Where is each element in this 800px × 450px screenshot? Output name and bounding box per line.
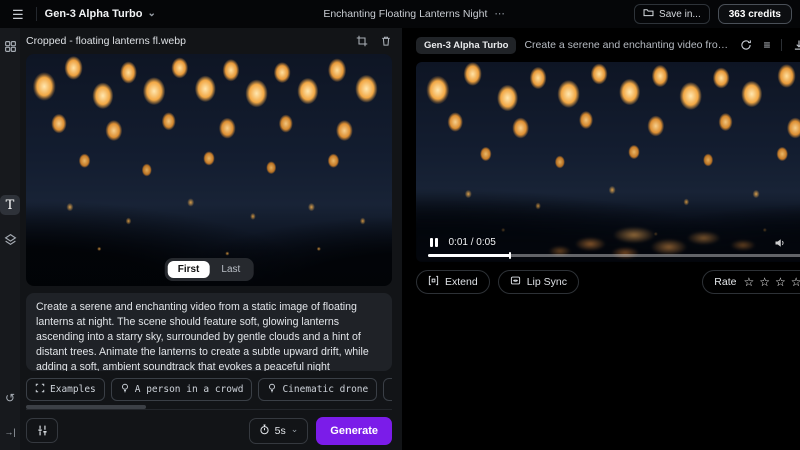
video-player[interactable]: 0:01 / 0:05 ⋮ — [416, 62, 800, 262]
session-title: Enchanting Floating Lanterns Night — [323, 8, 487, 20]
model-tag[interactable]: Gen-3 Alpha Turbo — [416, 37, 516, 54]
trash-icon[interactable] — [380, 35, 392, 47]
title-more-icon[interactable]: ⋯ — [494, 8, 506, 20]
duration-selector[interactable]: 5s ⌄ — [249, 418, 309, 444]
divider — [36, 7, 37, 21]
extend-icon — [428, 275, 439, 289]
generate-button[interactable]: Generate — [316, 417, 392, 445]
generation-actions: Extend Lip Sync Rate ☆ ☆ ☆ ☆ ☆ — [402, 262, 800, 296]
star-icon[interactable]: ☆ — [791, 276, 800, 288]
examples-chip[interactable]: Examples — [26, 378, 105, 401]
generation-header: Gen-3 Alpha Turbo Create a serene and en… — [402, 32, 800, 58]
examples-icon — [35, 383, 45, 396]
app-root: ☰ Gen-3 Alpha Turbo ⌄ Enchanting Floatin… — [0, 0, 800, 450]
input-panel: Cropped - floating lanterns fl.webp Firs… — [20, 28, 402, 450]
lightbulb-icon — [267, 383, 277, 396]
prompt-preview: Create a serene and enchanting video fro… — [524, 39, 732, 51]
keyframe-toggle: First Last — [165, 258, 254, 281]
extend-button[interactable]: Extend — [416, 270, 490, 294]
chevron-down-icon: ⌄ — [291, 424, 299, 435]
suggestion-chip[interactable]: A person in a crowd — [111, 378, 253, 401]
lip-sync-icon — [510, 275, 521, 289]
keyframe-last-button[interactable]: Last — [211, 261, 250, 278]
suggestion-chip[interactable]: Cinematic drone — [258, 378, 377, 401]
crop-icon[interactable] — [356, 35, 368, 47]
progress-bar[interactable] — [428, 254, 800, 257]
progress-played — [428, 254, 510, 257]
reuse-settings-icon[interactable] — [740, 39, 752, 51]
output-panel: Gen-3 Alpha Turbo Create a serene and en… — [402, 28, 800, 450]
collapse-icon[interactable]: →| — [0, 422, 20, 442]
layers-icon[interactable] — [0, 229, 20, 249]
lightbulb-icon — [120, 383, 130, 396]
divider — [781, 39, 782, 51]
asset-title: Cropped - floating lanterns fl.webp — [26, 35, 186, 47]
volume-icon[interactable] — [774, 237, 786, 249]
star-rating: ☆ ☆ ☆ ☆ ☆ — [743, 276, 800, 288]
rate-widget: Rate ☆ ☆ ☆ ☆ ☆ — [702, 270, 800, 294]
star-icon[interactable]: ☆ — [759, 276, 770, 288]
credits-badge[interactable]: 363 credits — [718, 4, 792, 24]
top-bar: ☰ Gen-3 Alpha Turbo ⌄ Enchanting Floatin… — [0, 0, 800, 28]
settings-sliders-icon[interactable] — [26, 418, 58, 443]
input-image[interactable]: First Last — [26, 54, 392, 286]
save-in-button[interactable]: Save in... — [634, 4, 710, 24]
menu-icon[interactable]: ☰ — [8, 6, 28, 23]
generate-bar: 5s ⌄ Generate — [26, 409, 392, 450]
prompt-textarea[interactable]: Create a serene and enchanting video fro… — [26, 293, 392, 371]
pause-button[interactable] — [428, 236, 440, 249]
folder-icon — [643, 7, 654, 21]
star-icon[interactable]: ☆ — [743, 276, 754, 288]
time-display: 0:01 / 0:05 — [449, 237, 496, 248]
keyframe-first-button[interactable]: First — [168, 261, 210, 278]
details-lines-icon[interactable]: ≡ — [763, 39, 770, 51]
model-name: Gen-3 Alpha Turbo — [45, 8, 143, 20]
text-tool-icon[interactable]: T — [0, 195, 20, 215]
suggestion-chip[interactable]: Close up — [383, 378, 392, 401]
lip-sync-button[interactable]: Lip Sync — [498, 270, 579, 294]
prompt-suggestions: Examples A person in a crowd Cinematic d… — [26, 377, 392, 401]
stopwatch-icon — [259, 424, 270, 438]
assets-grid-icon[interactable] — [0, 36, 20, 56]
chevron-down-icon: ⌄ — [147, 8, 155, 19]
download-icon[interactable] — [793, 39, 800, 51]
tool-rail: T ↺ →| — [0, 28, 20, 450]
star-icon[interactable]: ☆ — [775, 276, 786, 288]
model-selector[interactable]: Gen-3 Alpha Turbo ⌄ — [45, 8, 156, 20]
history-icon[interactable]: ↺ — [0, 388, 20, 408]
session-title-group[interactable]: Enchanting Floating Lanterns Night ⋯ — [323, 0, 506, 28]
